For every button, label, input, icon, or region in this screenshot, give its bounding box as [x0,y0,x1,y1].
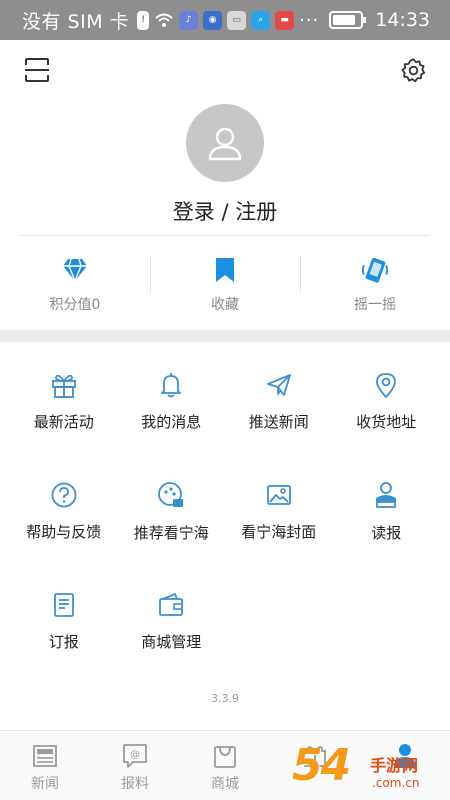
wallet-icon [155,590,187,619]
stat-points[interactable]: 积分值0 [0,236,150,326]
music-app-icon: ♪ [179,10,199,30]
carrier-label: 没有 SIM 卡 [22,10,130,33]
report-icon: @ [120,741,150,771]
menu-item-help[interactable]: 帮助与反馈 [10,480,118,542]
gift-icon [48,370,80,399]
stat-shake[interactable]: 摇一摇 [300,236,450,326]
image-icon [263,480,295,509]
stat-points-label: 积分值0 [49,297,101,313]
menu-item-label: 读报 [371,524,402,542]
stat-separator [150,257,151,293]
site-watermark: 54 手游网 .com.cn [292,740,450,800]
menu-item-subscribe[interactable]: 订报 [10,590,118,652]
watermark-site-name: 手游网 [370,756,419,775]
paper-plane-icon [263,370,295,399]
nav-shop[interactable]: 商城 [180,731,270,800]
nav-label: 新闻 [31,776,59,792]
search-app-icon: ⌕ [251,10,271,30]
notification-icons: ! ♪ ◉ ▭ ⌕ ▬ [137,10,295,30]
clock: 14:33 [375,9,430,31]
menu-item-label: 订报 [48,633,79,651]
bookmark-icon [211,256,239,284]
bell-icon [155,370,187,399]
menu-item-cover[interactable]: 看宁海封面 [225,480,333,542]
menu-item-label: 商城管理 [141,633,202,651]
menu-item-address[interactable]: 收货地址 [333,370,441,432]
nav-report[interactable]: @ 报料 [90,731,180,800]
shop-bag-icon [210,741,240,771]
scan-button[interactable] [24,57,50,83]
battery-icon [329,11,367,29]
baidu-app-icon: ◉ [203,10,223,30]
menu-item-label: 推荐看宁海 [133,524,209,542]
status-bar: 没有 SIM 卡 ! ♪ ◉ ▭ ⌕ ▬ ··· 14:33 [0,0,450,40]
watermark-site-url: .com.cn [372,776,420,790]
gear-icon [401,58,426,83]
alert-icon: ! [137,10,150,30]
user-avatar-icon [208,127,242,161]
menu-item-messages[interactable]: 我的消息 [118,370,226,432]
diamond-icon [61,256,89,284]
news-icon [30,741,60,771]
watermark-logo-number: 54 [292,740,351,791]
sms-app-icon: ▭ [227,10,247,30]
login-register-link[interactable]: 登录 / 注册 [0,196,450,226]
stat-separator [300,257,301,293]
menu-item-label: 收货地址 [356,413,417,431]
reader-icon [370,480,402,510]
menu-item-label: 帮助与反馈 [26,523,102,541]
stat-favorites-label: 收藏 [211,297,239,313]
section-divider [0,330,450,342]
nav-news[interactable]: 新闻 [0,731,90,800]
stat-favorites[interactable]: 收藏 [150,236,300,326]
wifi-icon [155,13,173,27]
red-app-icon: ▬ [275,10,295,30]
menu-item-activities[interactable]: 最新活动 [10,370,118,432]
version-label: 3.3.9 [211,692,239,705]
menu-item-label: 推送新闻 [248,413,309,431]
stat-shake-label: 摇一摇 [354,297,396,313]
nav-label: 报料 [121,776,149,792]
shake-phone-icon [361,256,389,284]
stats-row: 积分值0 收藏 摇一摇 [0,236,450,326]
settings-button[interactable] [400,57,427,84]
scan-icon [25,58,49,82]
menu-grid: 最新活动 我的消息 推送新闻 收货地址 帮助与反馈 推荐看宁海 看宁海封面 读报… [10,370,440,652]
location-pin-icon [370,370,402,399]
help-icon [48,480,80,509]
newspaper-subscribe-icon [48,590,80,619]
recommend-icon [155,480,187,510]
menu-item-shop-manage[interactable]: 商城管理 [118,590,226,652]
avatar[interactable] [186,104,264,182]
menu-item-label: 我的消息 [141,413,202,431]
menu-item-push-news[interactable]: 推送新闻 [225,370,333,432]
nav-label: 商城 [211,776,239,792]
menu-item-recommend[interactable]: 推荐看宁海 [118,480,226,542]
more-notifications: ··· [299,9,320,31]
menu-item-label: 看宁海封面 [241,523,317,541]
menu-item-label: 最新活动 [33,413,94,431]
menu-item-read[interactable]: 读报 [333,480,441,542]
svg-text:@: @ [130,750,140,761]
